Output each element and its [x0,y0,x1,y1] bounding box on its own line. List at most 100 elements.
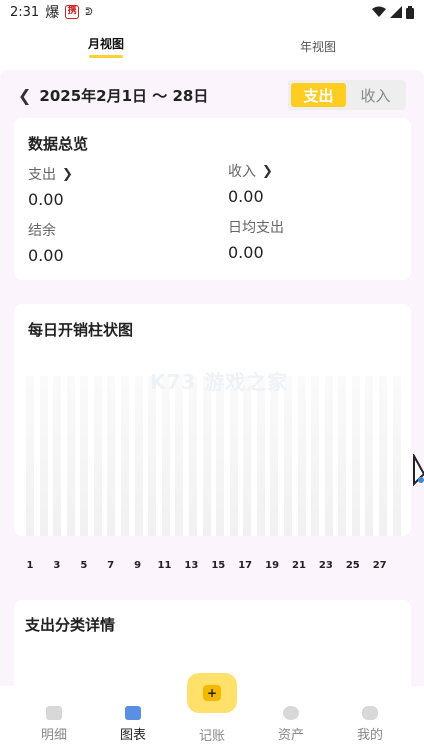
x-tick-label: 15 [211,560,226,571]
income-summary[interactable]: 收入 ❯ 0.00 [228,161,398,207]
piggy-bank-icon [283,706,299,720]
chart-bar [188,376,197,536]
status-time: 2:31 [10,4,40,20]
flame-notification-icon: 爆 [45,5,60,21]
chart-bar [53,376,62,536]
x-tick-label: 1 [26,560,34,571]
chart-bar [148,376,157,536]
nav-charts-label: 图表 [119,728,146,743]
chart-bar [338,376,347,536]
chart-bar [216,376,225,536]
x-tick-label: 9 [134,560,142,571]
signal-icon [390,6,402,18]
date-range: 2025年2月1日 ～ 28日 [39,86,209,105]
profile-icon [362,706,378,720]
add-record-label: 记账 [198,729,226,744]
sync-icon: ᕲ [85,6,93,18]
daily-average-label: 日均支出 [228,220,284,236]
daily-average-value: 0.00 [228,243,264,262]
toggle-income[interactable]: 收入 [348,83,403,107]
nav-assets-label: 资产 [277,728,304,743]
nav-details[interactable]: 明细 [24,706,84,743]
income-label: 收入 [228,164,256,180]
chart-bar [283,376,292,536]
chevron-right-icon: ❯ [262,163,273,179]
chart-bar [134,376,143,536]
nav-charts[interactable]: 图表 [103,706,163,743]
chart-title: 每日开销柱状图 [28,321,134,339]
bar-chart-plot [26,376,401,536]
chart-bar [161,376,170,536]
x-tick-label: 23 [318,560,333,571]
chevron-left-icon[interactable]: ❮ [18,86,31,105]
balance-label: 结余 [28,223,56,239]
overview-card: 数据总览 支出 ❯ 0.00 收入 ❯ 0.00 结余 0.00 日均支出 0.00 [14,118,411,280]
x-tick-label: 5 [80,560,88,571]
list-icon [46,706,62,720]
x-tick-label: 27 [372,560,387,571]
plus-icon: + [203,685,221,701]
add-record-button[interactable]: + [187,673,237,713]
chart-content: ❮ 2025年2月1日 ～ 28日 支出 收入 数据总览 支出 ❯ 0.00 收入… [0,70,424,686]
nav-mine-label: 我的 [356,728,383,743]
chart-bar [256,376,265,536]
chart-bar [66,376,75,536]
chart-bar [39,376,48,536]
tab-year-view[interactable]: 年视图 [212,28,424,64]
wifi-icon [372,6,386,17]
chart-bar [324,376,333,536]
bar-chart-icon [125,706,141,720]
toggle-expense[interactable]: 支出 [291,83,346,107]
view-tabs: 月视图 年视图 [0,28,424,64]
overview-title: 数据总览 [28,135,89,153]
chart-bar [107,376,116,536]
app-badge-icon: 携 [65,5,80,19]
x-axis-ticks: 1 3 5 7 9 11 13 15 17 19 21 23 25 27 [0,560,424,580]
expense-income-toggle: 支出 收入 [288,80,406,110]
x-tick-label: 13 [184,560,199,571]
chart-bar [365,376,374,536]
expense-value: 0.00 [28,190,64,209]
mouse-cursor-icon [413,454,424,487]
nav-mine[interactable]: 我的 [340,706,400,743]
x-tick-label: 3 [53,560,61,571]
balance-value: 0.00 [28,246,64,265]
daily-average-summary: 日均支出 0.00 [228,217,398,262]
chart-bar [392,376,401,536]
chart-bar [202,376,211,536]
chart-bar [270,376,279,536]
daily-bar-chart-card: 每日开销柱状图 K73 游戏之家 [14,304,411,536]
chart-bar [311,376,320,536]
x-tick-label: 11 [157,560,172,571]
watermark: K73 游戏之家 [150,370,289,394]
tab-month-view-label: 月视图 [87,36,124,51]
income-value: 0.00 [228,187,264,206]
chart-bar [121,376,130,536]
x-tick-label: 19 [265,560,280,571]
chart-bar [229,376,238,536]
chart-bar [80,376,89,536]
battery-icon [406,5,414,19]
chevron-right-icon: ❯ [62,166,73,182]
x-tick-label: 21 [292,560,306,571]
tab-month-view[interactable]: 月视图 [0,28,212,64]
expense-label: 支出 [28,167,56,183]
chart-bar [297,376,306,536]
status-bar: 2:31 爆 携 ᕲ [0,0,424,24]
x-tick-label: 25 [345,560,360,571]
chart-bar [175,376,184,536]
chart-bar [243,376,252,536]
chart-bar [379,376,388,536]
date-bar: ❮ 2025年2月1日 ～ 28日 支出 收入 [0,78,424,112]
chart-bar [26,376,34,536]
chart-bar [93,376,102,536]
category-detail-title: 支出分类详情 [25,616,116,634]
active-tab-indicator [89,54,123,58]
chart-bar [351,376,360,536]
x-tick-label: 7 [107,560,115,571]
expense-summary[interactable]: 支出 ❯ 0.00 [28,164,198,210]
x-tick-label: 17 [238,560,253,571]
nav-details-label: 明细 [40,728,67,743]
nav-assets[interactable]: 资产 [261,706,321,743]
balance-summary: 结余 0.00 [28,220,198,265]
